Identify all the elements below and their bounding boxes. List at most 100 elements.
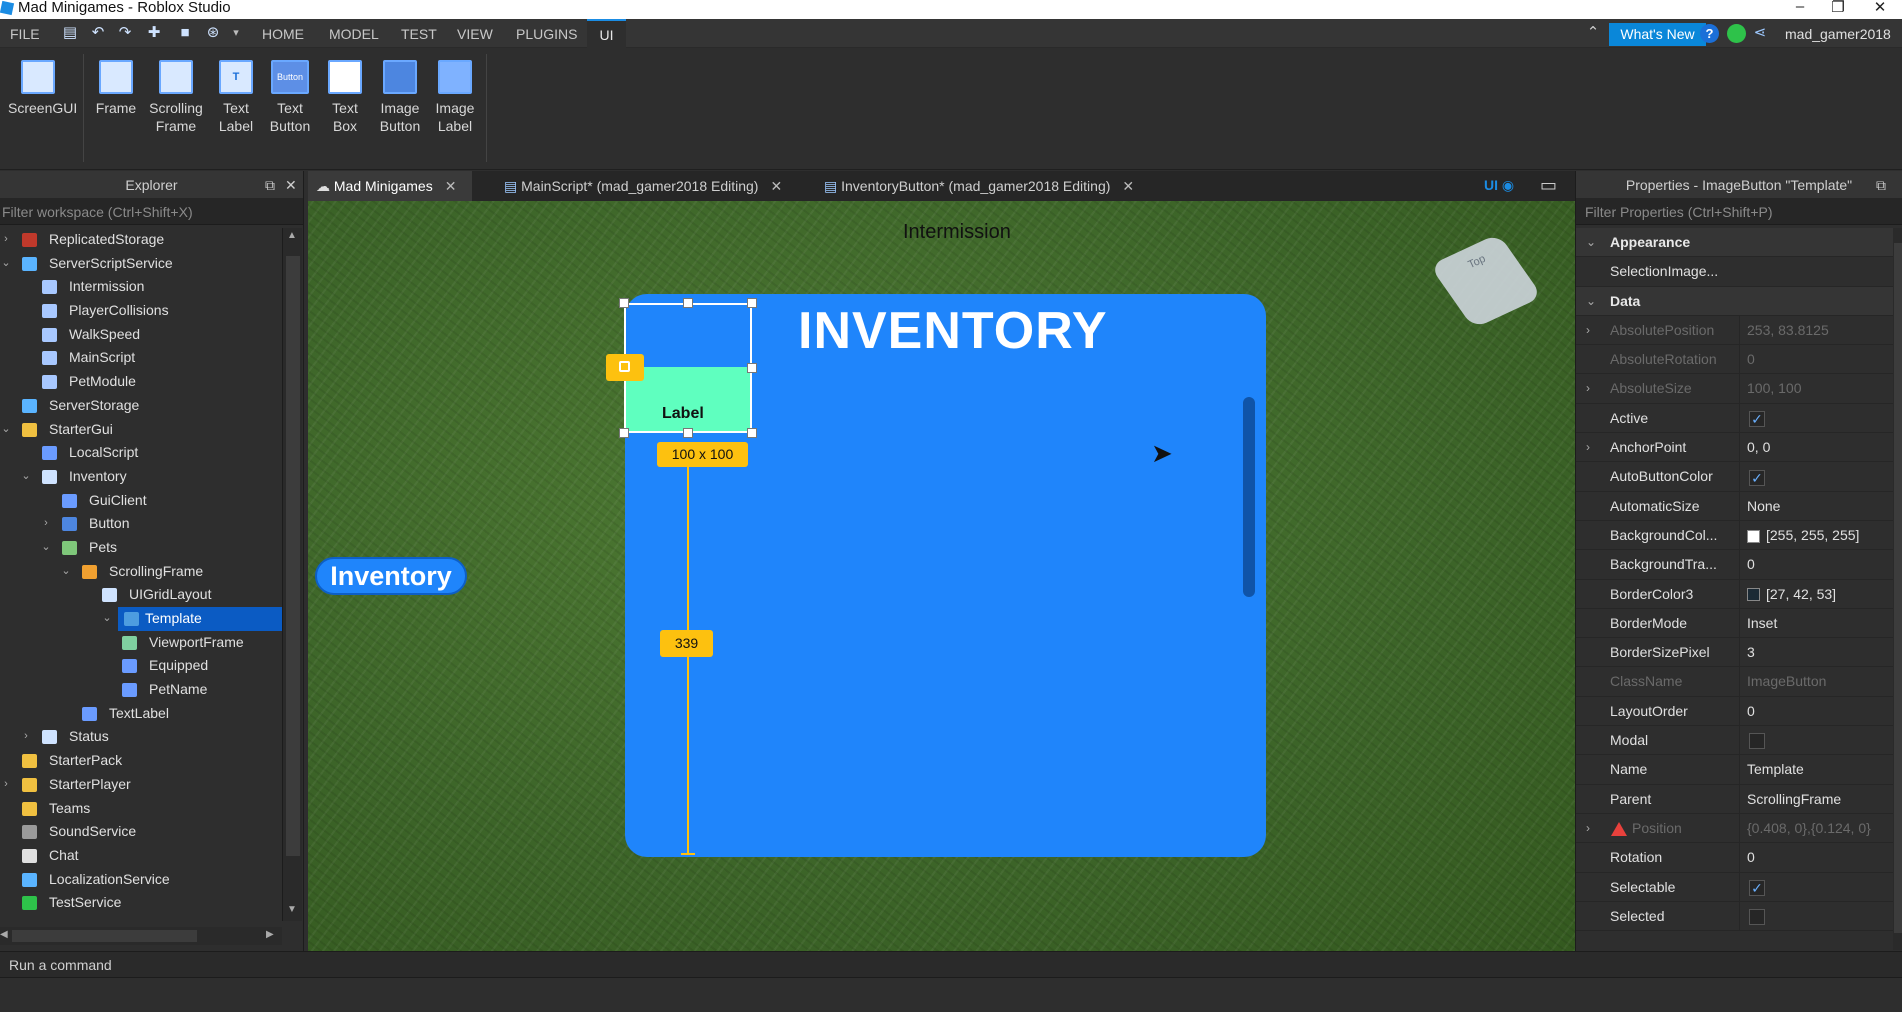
- expand-arrow-icon[interactable]: ›: [1586, 814, 1590, 843]
- scroll-left-icon[interactable]: ◀: [0, 929, 8, 940]
- chevron-down-icon[interactable]: ▾: [228, 25, 244, 41]
- property-value[interactable]: 0: [1747, 351, 1755, 367]
- tree-item-server-storage[interactable]: ServerStorage: [0, 394, 282, 418]
- restore-button[interactable]: ❐: [1826, 0, 1850, 18]
- tree-item-local-script[interactable]: LocalScript: [0, 441, 282, 465]
- resize-handle-bottom[interactable]: [683, 428, 693, 438]
- property-value-cell[interactable]: ScrollingFrame: [1739, 784, 1893, 814]
- properties-scroll-thumb[interactable]: [1894, 243, 1902, 933]
- tree-item-starter-gui[interactable]: ⌄ StarterGui: [0, 418, 282, 442]
- property-value[interactable]: 100, 100: [1747, 380, 1802, 396]
- insert-frame-button[interactable]: Frame: [86, 60, 146, 117]
- menu-home[interactable]: HOME: [262, 26, 304, 42]
- property-row-absoluterotation[interactable]: AbsoluteRotation 0: [1576, 345, 1893, 375]
- plugin-icon[interactable]: ✚: [146, 25, 162, 41]
- resize-handle-top-left[interactable]: [619, 298, 629, 308]
- tree-item-status-screengui[interactable]: › Status: [0, 725, 282, 749]
- close-window-button[interactable]: ✕: [1868, 0, 1892, 18]
- expand-arrow-icon[interactable]: ›: [1586, 316, 1590, 345]
- tab-mad-minigames[interactable]: ☁ Mad Minigames ✕: [308, 171, 472, 201]
- property-value-cell[interactable]: ✓: [1739, 872, 1893, 902]
- property-value[interactable]: [255, 255, 255]: [1766, 527, 1859, 543]
- scroll-up-icon[interactable]: ▲: [287, 230, 297, 241]
- tree-item-pets-frame[interactable]: ⌄ Pets: [0, 536, 282, 560]
- property-row-layoutorder[interactable]: LayoutOrder 0: [1576, 696, 1893, 727]
- tree-item-template[interactable]: ⌄ Template: [102, 607, 282, 631]
- property-value-cell[interactable]: ✓: [1739, 462, 1893, 492]
- property-value[interactable]: 0: [1747, 556, 1755, 572]
- expand-arrow-icon[interactable]: ›: [1586, 433, 1590, 462]
- insert-image-button-button[interactable]: Image Button: [370, 60, 430, 135]
- property-row-anchorpoint[interactable]: › AnchorPoint 0, 0: [1576, 433, 1893, 463]
- close-panel-icon[interactable]: ✕: [285, 171, 297, 199]
- tree-item-localization-service[interactable]: LocalizationService: [0, 868, 282, 892]
- tree-item-button[interactable]: › Button: [0, 512, 282, 536]
- command-bar[interactable]: Run a command: [0, 951, 1902, 978]
- property-row-position[interactable]: › Position {0.408, 0},{0.124, 0}: [1576, 813, 1893, 844]
- tree-item-inventory-screengui[interactable]: ⌄ Inventory: [0, 465, 282, 489]
- tree-item-sound-service[interactable]: SoundService: [0, 820, 282, 844]
- tree-item-chat[interactable]: Chat: [0, 844, 282, 868]
- property-value[interactable]: Inset: [1747, 615, 1777, 631]
- tree-item-starter-player[interactable]: › StarterPlayer: [0, 773, 282, 797]
- expand-arrow-icon[interactable]: ›: [0, 773, 12, 797]
- property-value[interactable]: ImageButton: [1747, 673, 1826, 689]
- property-row-rotation[interactable]: Rotation 0: [1576, 843, 1893, 873]
- property-row-bordersizepixel[interactable]: BorderSizePixel 3: [1576, 638, 1893, 668]
- property-value-cell[interactable]: 3: [1739, 638, 1893, 668]
- property-value-cell[interactable]: Template: [1739, 755, 1893, 785]
- property-value-cell[interactable]: [27, 42, 53]: [1739, 579, 1893, 609]
- explorer-scroll-thumb[interactable]: [286, 256, 300, 856]
- tree-item-viewport-frame[interactable]: ViewportFrame: [0, 631, 282, 655]
- tree-item-test-service[interactable]: TestService: [0, 891, 282, 915]
- menu-ui[interactable]: UI: [587, 19, 626, 48]
- dock-icon[interactable]: ⧉: [265, 171, 275, 199]
- property-value[interactable]: Template: [1747, 761, 1804, 777]
- property-row-selected[interactable]: Selected: [1576, 901, 1893, 932]
- tree-item-script-intermission[interactable]: Intermission: [0, 275, 282, 299]
- view-selector-cube[interactable]: [1429, 233, 1543, 329]
- expand-arrow-icon[interactable]: ›: [1586, 374, 1590, 403]
- collapse-arrow-icon[interactable]: ⌄: [60, 560, 72, 584]
- resize-handle-bottom-right[interactable]: [747, 428, 757, 438]
- undo-icon[interactable]: ↶: [90, 25, 106, 41]
- checkbox-checked[interactable]: ✓: [1749, 411, 1765, 428]
- property-value[interactable]: 0: [1747, 703, 1755, 719]
- resize-handle-bottom-left[interactable]: [619, 428, 629, 438]
- property-value-cell[interactable]: ✓: [1739, 403, 1893, 434]
- command-input[interactable]: Run a command: [9, 957, 112, 973]
- properties-filter-input[interactable]: Filter Properties (Ctrl+Shift+P): [1576, 199, 1902, 225]
- property-value[interactable]: 0, 0: [1747, 439, 1770, 455]
- status-online-icon[interactable]: [1727, 24, 1746, 43]
- tree-item-module-petmodule[interactable]: PetModule: [0, 370, 282, 394]
- property-value-cell[interactable]: 0: [1739, 696, 1893, 727]
- collapse-arrow-icon[interactable]: ⌄: [0, 252, 12, 276]
- share-icon[interactable]: ⋖: [1752, 25, 1768, 41]
- property-row-active[interactable]: Active ✓: [1576, 403, 1893, 434]
- property-row-selectable[interactable]: Selectable ✓: [1576, 872, 1893, 902]
- insert-text-box-button[interactable]: Text Box: [315, 60, 375, 135]
- device-emulator-icon[interactable]: ▭: [1540, 175, 1557, 196]
- property-row-absolutesize[interactable]: › AbsoluteSize 100, 100: [1576, 374, 1893, 404]
- collapse-arrow-icon[interactable]: ⌄: [0, 418, 12, 442]
- anchor-point-handle[interactable]: [606, 354, 644, 381]
- property-value[interactable]: [27, 42, 53]: [1766, 586, 1836, 602]
- property-row-absoluteposition[interactable]: › AbsolutePosition 253, 83.8125: [1576, 315, 1893, 346]
- close-tab-icon[interactable]: ✕: [445, 178, 457, 194]
- insert-scrolling-frame-button[interactable]: Scrolling Frame: [146, 60, 206, 135]
- explorer-scrollbar[interactable]: ▲ ▼: [282, 228, 302, 921]
- insert-text-label-button[interactable]: T Text Label: [206, 60, 266, 135]
- collapse-arrow-icon[interactable]: ⌄: [40, 536, 52, 560]
- property-value-cell[interactable]: {0.408, 0},{0.124, 0}: [1739, 813, 1893, 844]
- scroll-right-icon[interactable]: ▶: [266, 929, 274, 940]
- help-icon[interactable]: ?: [1700, 24, 1719, 43]
- menu-view[interactable]: VIEW: [457, 26, 493, 42]
- inventory-button[interactable]: Inventory: [315, 557, 467, 595]
- tree-item-server-script-service[interactable]: ⌄ ServerScriptService: [0, 252, 282, 276]
- expand-arrow-icon[interactable]: ›: [40, 512, 52, 536]
- 3d-viewport[interactable]: Intermission INVENTORY Label 100 x 100 3…: [308, 201, 1575, 951]
- expand-arrow-icon[interactable]: ›: [20, 725, 32, 749]
- property-row-backgroundtra[interactable]: BackgroundTra... 0: [1576, 550, 1893, 580]
- collapse-arrow-icon[interactable]: ⌄: [20, 465, 32, 489]
- close-tab-icon[interactable]: ✕: [1122, 178, 1134, 194]
